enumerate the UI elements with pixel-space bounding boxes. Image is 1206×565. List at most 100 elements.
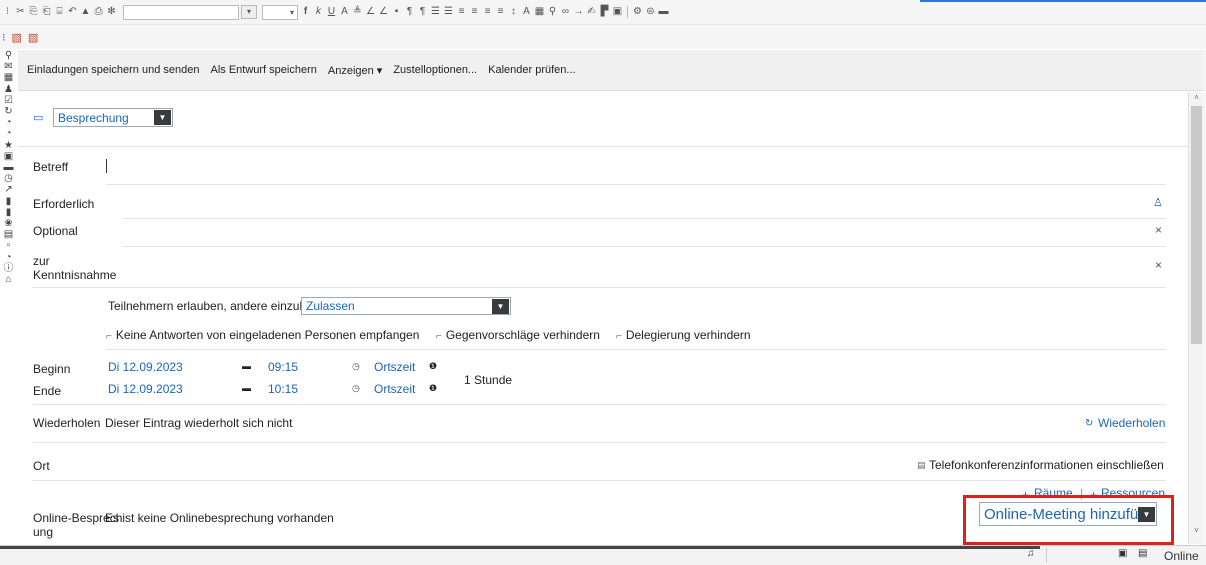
info-icon[interactable]: ❶ [429, 361, 437, 372]
end-date-field[interactable]: Di 12.09.2023 [108, 382, 183, 396]
permissions-icon[interactable]: ⚙ [632, 6, 643, 18]
delivery-options-button[interactable]: Zustelloptionen... [393, 64, 477, 76]
indent-icon[interactable]: ¶ [404, 6, 415, 18]
todo-icon[interactable]: ☑ [4, 95, 13, 106]
scrollbar-thumb[interactable] [1191, 106, 1202, 344]
bell-icon[interactable]: ♫ [1027, 548, 1035, 559]
replication-icon[interactable]: ▣ [1118, 548, 1127, 559]
start-timezone-link[interactable]: Ortszeit [374, 360, 415, 374]
app-icon[interactable]: ❀ [4, 218, 12, 229]
subject-input[interactable] [106, 159, 107, 173]
print-icon[interactable]: ⎙ [93, 6, 104, 18]
attach-icon[interactable]: ⚲ [547, 6, 558, 18]
history-icon[interactable]: ◷ [4, 173, 13, 184]
close-icon[interactable]: × [1155, 258, 1162, 272]
font-family-dropdown-icon[interactable]: ▾ [241, 5, 257, 19]
no-replies-checkbox[interactable]: ⌐ Keine Antworten von eingeladenen Person… [106, 328, 419, 342]
repeat-link[interactable]: Wiederholen [1098, 416, 1165, 430]
section-icon[interactable]: ▣ [612, 6, 623, 18]
align-right-icon[interactable]: ≡ [482, 6, 493, 18]
info-icon[interactable]: ⓘ [4, 263, 14, 274]
calendar-icon[interactable]: ▦ [4, 72, 13, 83]
align-center-icon[interactable]: ≡ [469, 6, 480, 18]
save-draft-button[interactable]: Als Entwurf speichern [210, 64, 316, 76]
online-status[interactable]: Online [1164, 549, 1199, 563]
justify-icon[interactable]: ≡ [495, 6, 506, 18]
vertical-scrollbar[interactable]: ˄ ˅ [1188, 92, 1203, 544]
hotspot-icon[interactable]: ▛ [599, 6, 610, 18]
numbered-list-icon[interactable]: ☰ [443, 6, 454, 18]
end-time-field[interactable]: 10:15 [268, 382, 298, 396]
chevron-down-icon[interactable]: ▼ [492, 298, 509, 314]
workspace-icon[interactable]: ▣ [4, 151, 13, 162]
bullet-list-icon[interactable]: ☰ [430, 6, 441, 18]
checkbox-icon[interactable]: ⌐ [616, 331, 622, 342]
scroll-up-icon[interactable]: ˄ [1189, 93, 1204, 102]
repeat-icon[interactable]: ↻ [1085, 418, 1093, 429]
close-icon[interactable]: × [1155, 223, 1162, 237]
check-calendar-button[interactable]: Kalender prüfen... [488, 64, 575, 76]
save-and-send-button[interactable]: Einladungen speichern und senden [27, 64, 199, 76]
folder-icon[interactable]: ▬ [4, 162, 14, 173]
start-date-field[interactable]: Di 12.09.2023 [108, 360, 183, 374]
home-icon[interactable]: ⌂ [5, 274, 11, 285]
phone-conf-label[interactable]: Telefonkonferenzinformationen einschließ… [929, 458, 1164, 472]
font-family-select[interactable] [123, 4, 239, 20]
end-timezone-link[interactable]: Ortszeit [374, 382, 415, 396]
table-icon[interactable]: ▦ [534, 6, 545, 18]
priority-icon[interactable]: ▧ [28, 31, 38, 44]
arrow-icon[interactable]: → [573, 6, 584, 18]
schedule-icon[interactable]: ▧ [12, 31, 22, 44]
clock-icon[interactable]: ◔ [5, 252, 11, 263]
app-icon[interactable]: ▤ [4, 229, 13, 240]
clock-icon[interactable]: ◷ [352, 383, 360, 394]
paste-icon[interactable]: ⎗ [41, 6, 52, 18]
font-size-select[interactable]: ▾ [262, 4, 298, 20]
app-icon[interactable]: ▮ [6, 207, 12, 218]
draw-icon[interactable]: ∠ [365, 6, 376, 18]
signature-icon[interactable]: ✍ [586, 6, 597, 18]
date-picker-icon[interactable]: ▬ [242, 361, 251, 371]
italic-icon[interactable]: k [313, 6, 324, 18]
text-color-icon[interactable]: A [339, 6, 350, 18]
bold-icon[interactable]: f [300, 6, 311, 18]
align-left-icon[interactable]: ≡ [456, 6, 467, 18]
entry-type-select[interactable]: Besprechung ▼ [53, 108, 173, 127]
mail-icon[interactable]: ✉ [4, 61, 12, 72]
clock-icon[interactable]: ◔ [5, 117, 11, 128]
underline-icon[interactable]: U [326, 6, 337, 18]
open-icon[interactable]: ↗ [4, 184, 12, 195]
search-icon[interactable]: ⚲ [5, 50, 12, 61]
link-icon[interactable]: ∞ [560, 6, 571, 18]
sync-icon[interactable]: ↻ [4, 106, 12, 117]
no-counter-checkbox[interactable]: ⌐ Gegenvorschläge verhindern [436, 328, 600, 342]
app-icon[interactable]: ▮ [6, 196, 12, 207]
app-icon[interactable]: ▫ [7, 240, 11, 251]
spacing-icon[interactable]: ↕ [508, 6, 519, 18]
scroll-down-icon[interactable]: ˅ [1189, 526, 1204, 535]
location-icon[interactable]: ▤ [1138, 548, 1147, 559]
paste-special-icon[interactable]: ⌸ [54, 6, 65, 18]
style-icon[interactable]: A [521, 6, 532, 18]
clock-icon[interactable]: ◔ [5, 128, 11, 139]
date-picker-icon[interactable]: ▬ [242, 383, 251, 393]
draw-color-icon[interactable]: ∠ [378, 6, 389, 18]
outdent-icon[interactable]: ¶ [417, 6, 428, 18]
checkbox-icon[interactable]: ⌐ [106, 331, 112, 342]
favorites-icon[interactable]: ★ [4, 140, 13, 151]
checkbox-icon[interactable]: ▤ [917, 460, 926, 471]
contacts-icon[interactable]: ♟ [4, 84, 13, 95]
cut-icon[interactable]: ✂ [15, 6, 26, 18]
allow-invite-select[interactable]: Zulassen ▼ [301, 297, 511, 315]
info-icon[interactable]: ❶ [429, 383, 437, 394]
highlight-icon[interactable]: ≜ [352, 6, 363, 18]
start-time-field[interactable]: 09:15 [268, 360, 298, 374]
stamp-icon[interactable]: ⊜ [645, 6, 656, 18]
insert-icon[interactable]: ▬ [658, 6, 669, 18]
no-delegation-checkbox[interactable]: ⌐ Delegierung verhindern [616, 328, 751, 342]
undo-icon[interactable]: ↶ [67, 6, 78, 18]
person-add-icon[interactable]: ♙ [1153, 196, 1163, 209]
save-icon[interactable]: ▲ [80, 6, 91, 18]
chevron-down-icon[interactable]: ▼ [154, 110, 171, 125]
clock-icon[interactable]: ◷ [352, 361, 360, 372]
